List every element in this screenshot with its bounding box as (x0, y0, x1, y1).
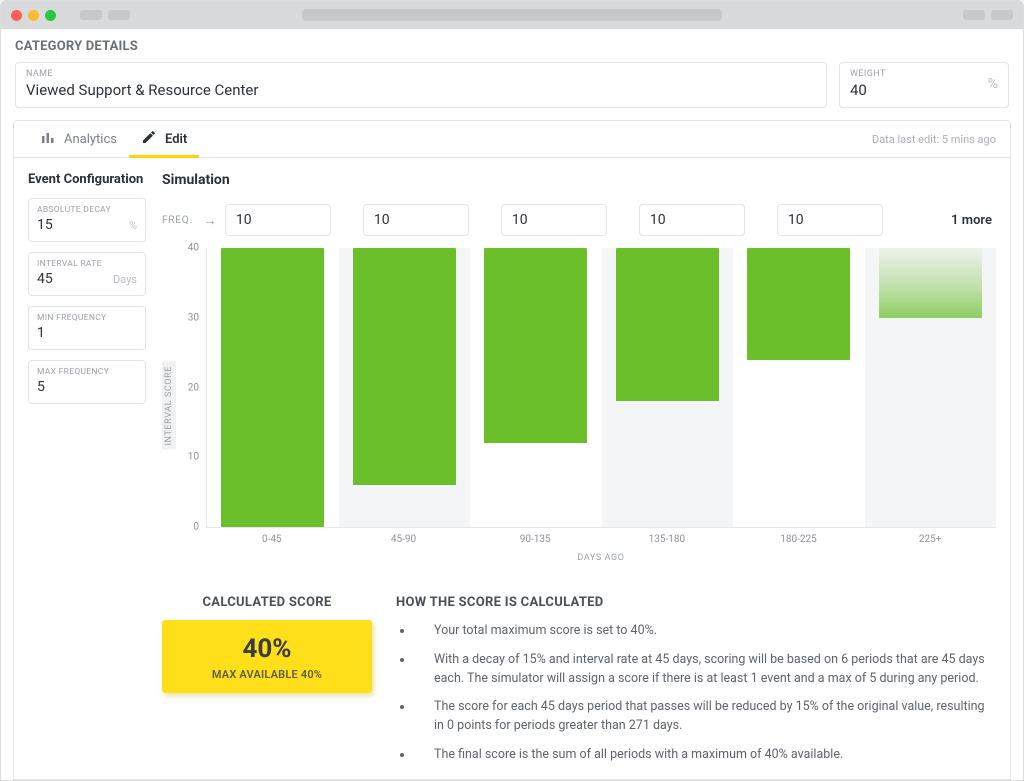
absolute-decay-label: ABSOLUTE DECAY (37, 205, 137, 215)
chart-slot (602, 248, 734, 527)
chart-bar (616, 248, 719, 401)
name-field[interactable]: NAME Viewed Support & Resource Center (15, 62, 827, 108)
chart-bar (221, 248, 324, 527)
maximize-window-icon[interactable] (45, 10, 56, 21)
x-tick: 135-180 (601, 528, 733, 545)
chart-bar (747, 248, 850, 360)
explanation-list: Your total maximum score is set to 40%. W… (396, 622, 996, 765)
pencil-icon (141, 129, 157, 149)
simulation-title: Simulation (162, 172, 996, 188)
chart-bar (353, 248, 456, 485)
titlebar-placeholder (80, 10, 102, 20)
minimize-window-icon[interactable] (28, 10, 39, 21)
min-frequency-label: MIN FREQUENCY (37, 313, 137, 323)
frequency-input-3[interactable]: 10 (639, 204, 745, 236)
app-window: CATEGORY DETAILS NAME Viewed Support & R… (0, 0, 1024, 781)
weight-unit: % (988, 76, 998, 92)
explanation-item: The score for each 45 days period that p… (414, 698, 996, 736)
sidebar-title: Event Configuration (28, 172, 146, 188)
chart-slot (865, 248, 997, 527)
frequency-more-link[interactable]: 1 more (951, 213, 996, 228)
x-tick: 180-225 (733, 528, 865, 545)
tabs-row: Analytics Edit Data last edit: 5 mins ag… (13, 120, 1011, 158)
titlebar-placeholder (108, 10, 130, 20)
frequency-row: FREQ. → 10 10 10 10 10 1 more (162, 204, 996, 236)
close-window-icon[interactable] (11, 10, 22, 21)
calculated-score-heading: CALCULATED SCORE (162, 595, 372, 610)
tab-edit[interactable]: Edit (129, 121, 199, 157)
frequency-input-2[interactable]: 10 (501, 204, 607, 236)
frequency-input-1[interactable]: 10 (363, 204, 469, 236)
window-titlebar (1, 1, 1023, 29)
name-field-label: NAME (26, 69, 816, 79)
score-card: 40% MAX AVAILABLE 40% (162, 620, 372, 693)
titlebar-placeholder (963, 10, 985, 20)
max-frequency-value: 5 (37, 379, 45, 395)
arrow-right-icon: → (203, 212, 217, 229)
name-field-value: Viewed Support & Resource Center (26, 81, 816, 99)
explanation-item: The final score is the sum of all period… (414, 746, 996, 765)
max-frequency-field[interactable]: MAX FREQUENCY 5 (28, 360, 146, 404)
frequency-inputs: 10 10 10 10 10 (225, 204, 943, 236)
fields-row: NAME Viewed Support & Resource Center WE… (1, 62, 1023, 120)
absolute-decay-unit: % (129, 219, 137, 232)
tab-analytics[interactable]: Analytics (28, 121, 129, 157)
x-tick: 45-90 (338, 528, 470, 545)
tab-edit-label: Edit (165, 132, 187, 147)
y-tick: 20 (188, 382, 199, 393)
chart-slot (339, 248, 471, 527)
chart-slot (207, 248, 339, 527)
x-axis-label: DAYS AGO (206, 553, 996, 563)
main-area: Event Configuration ABSOLUTE DECAY 15 % … (13, 158, 1011, 780)
score-value: 40% (172, 634, 362, 664)
y-tick: 0 (193, 522, 199, 533)
y-tick: 10 (188, 452, 199, 463)
calculated-score-block: CALCULATED SCORE 40% MAX AVAILABLE 40% (162, 595, 372, 775)
interval-rate-field[interactable]: INTERVAL RATE 45 Days (28, 252, 146, 296)
x-tick: 90-135 (469, 528, 601, 545)
min-frequency-value: 1 (37, 325, 45, 341)
chart-bar (879, 248, 982, 318)
page-title: CATEGORY DETAILS (1, 29, 1023, 62)
absolute-decay-field[interactable]: ABSOLUTE DECAY 15 % (28, 198, 146, 242)
x-tick: 225+ (864, 528, 996, 545)
frequency-input-4[interactable]: 10 (777, 204, 883, 236)
chart-slot (470, 248, 602, 527)
x-tick: 0-45 (206, 528, 338, 545)
titlebar-placeholder (991, 10, 1013, 20)
interval-rate-value: 45 (37, 271, 53, 287)
explanation-item: With a decay of 15% and interval rate at… (414, 651, 996, 689)
interval-rate-label: INTERVAL RATE (37, 259, 137, 269)
explanation-heading: HOW THE SCORE IS CALCULATED (396, 595, 996, 610)
last-edit-text: Data last edit: 5 mins ago (872, 133, 996, 146)
bar-chart-icon (40, 129, 56, 149)
weight-field[interactable]: WEIGHT 40 % (839, 62, 1009, 108)
chart-slot (733, 248, 865, 527)
interval-rate-unit: Days (113, 273, 137, 286)
tab-analytics-label: Analytics (64, 132, 117, 147)
simulation-content: Simulation FREQ. → 10 10 10 10 10 1 more INT… (162, 172, 996, 765)
weight-field-label: WEIGHT (850, 69, 988, 79)
y-tick: 30 (188, 312, 199, 323)
frequency-input-0[interactable]: 10 (225, 204, 331, 236)
frequency-label: FREQ. (162, 215, 193, 226)
weight-field-value: 40 (850, 81, 988, 99)
score-subtext: MAX AVAILABLE 40% (172, 668, 362, 681)
chart-bar (484, 248, 587, 443)
config-sidebar: Event Configuration ABSOLUTE DECAY 15 % … (28, 172, 146, 765)
explanation-item: Your total maximum score is set to 40%. (414, 622, 996, 641)
max-frequency-label: MAX FREQUENCY (37, 367, 137, 377)
explanation-block: HOW THE SCORE IS CALCULATED Your total m… (396, 595, 996, 775)
y-axis-label: INTERVAL SCORE (162, 362, 176, 450)
absolute-decay-value: 15 (37, 217, 53, 233)
min-frequency-field[interactable]: MIN FREQUENCY 1 (28, 306, 146, 350)
interval-score-chart: 010203040 (206, 248, 996, 528)
y-tick: 40 (188, 243, 199, 254)
chart-area: INTERVAL SCORE 010203040 0-4545-9090-135… (162, 248, 996, 563)
bottom-section: CALCULATED SCORE 40% MAX AVAILABLE 40% H… (162, 595, 996, 775)
address-bar-placeholder (302, 9, 722, 21)
